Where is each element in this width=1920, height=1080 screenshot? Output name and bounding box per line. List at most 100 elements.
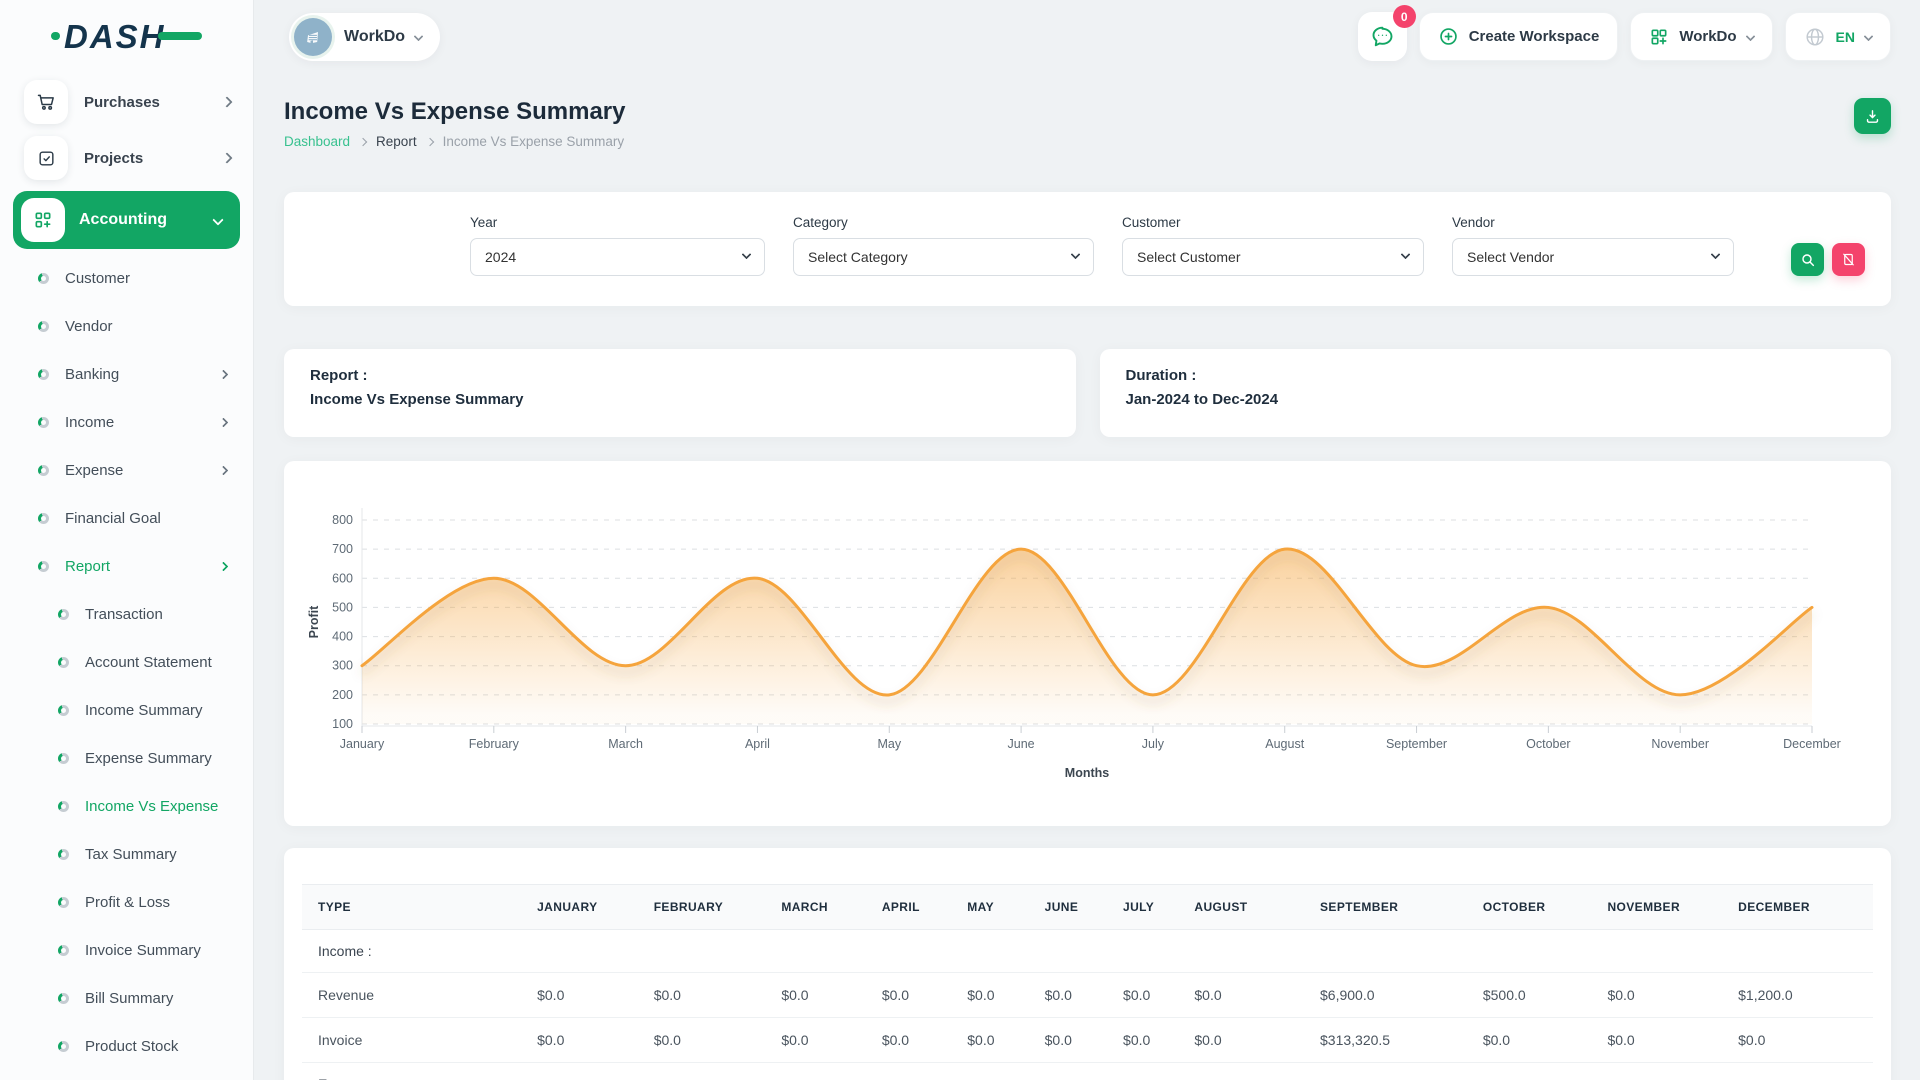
bullet-icon [58,993,69,1004]
chevron-right-icon [219,561,229,571]
profit-chart-card: 100200300400500600700800JanuaryFebruaryM… [284,461,1891,826]
sidebar-item-expense-summary[interactable]: Expense Summary [0,734,253,782]
bullet-icon [58,801,69,812]
workspace-selector[interactable]: WorkDo [289,13,440,61]
bullet-icon [38,417,49,428]
language-dropdown[interactable]: EN [1785,12,1891,61]
bullet-icon [38,321,49,332]
sidebar-item-report[interactable]: Report [0,542,253,590]
column-header: TYPE [302,885,521,930]
app-logo[interactable]: DASH [0,0,253,74]
bullet-icon [38,369,49,380]
sidebar-item-accounting[interactable]: Accounting [13,191,240,249]
sidebar-item-banking[interactable]: Banking [0,350,253,398]
category-select[interactable]: Select Category [793,238,1094,276]
svg-text:Months: Months [1065,766,1109,780]
sidebar-item-cash-flow[interactable]: Cash Flow [0,1070,253,1080]
table-header-row: TYPEJANUARYFEBRUARYMARCHAPRILMAYJUNEJULY… [302,885,1873,930]
bullet-icon [58,849,69,860]
sidebar-item-customer[interactable]: Customer [0,254,253,302]
sidebar-item-transaction[interactable]: Transaction [0,590,253,638]
chevron-down-icon [212,214,223,225]
svg-text:400: 400 [332,630,353,644]
svg-text:300: 300 [332,659,353,673]
svg-text:September: September [1386,737,1447,751]
profit-area-chart: 100200300400500600700800JanuaryFebruaryM… [284,461,1891,826]
bullet-icon [58,705,69,716]
sidebar: DASH Purchases Projects Accounting [0,0,253,1080]
bullet-icon [58,609,69,620]
messages-count-badge: 0 [1393,5,1416,28]
sidebar-item-financial-goal[interactable]: Financial Goal [0,494,253,542]
column-header: JUNE [1029,885,1107,930]
apply-filter-button[interactable] [1791,243,1824,276]
tasks-icon [24,136,68,180]
svg-text:800: 800 [332,513,353,527]
category-label: Category [793,215,1094,230]
svg-text:500: 500 [332,600,353,614]
breadcrumb: Dashboard Report Income Vs Expense Summa… [284,134,625,149]
download-icon [1864,108,1881,125]
plus-circle-icon [1438,26,1459,47]
sidebar-item-tax-summary[interactable]: Tax Summary [0,830,253,878]
table-section-row: Income : [302,930,1873,973]
sidebar-item-invoice-summary[interactable]: Invoice Summary [0,926,253,974]
year-select[interactable]: 2024 [470,238,765,276]
vendor-select[interactable]: Select Vendor [1452,238,1734,276]
duration-card-title: Duration : [1126,367,1866,384]
svg-text:700: 700 [332,542,353,556]
report-summary-card: Report : Income Vs Expense Summary [284,349,1076,437]
download-button[interactable] [1854,98,1891,134]
grid-plus-icon [1649,27,1669,47]
bullet-icon [38,465,49,476]
svg-text:August: August [1265,737,1304,751]
bullet-icon [38,561,49,572]
column-header: DECEMBER [1722,885,1873,930]
bullet-icon [58,897,69,908]
income-expense-table-card: TYPEJANUARYFEBRUARYMARCHAPRILMAYJUNEJULY… [284,848,1891,1080]
chevron-down-icon [1745,32,1755,42]
bullet-icon [58,753,69,764]
messages-button[interactable]: 0 [1358,12,1407,61]
duration-card-value: Jan-2024 to Dec-2024 [1126,391,1866,408]
report-card-title: Report : [310,367,1050,384]
sidebar-item-vendor[interactable]: Vendor [0,302,253,350]
svg-text:Profit: Profit [307,605,321,638]
sidebar-item-income[interactable]: Income [0,398,253,446]
svg-text:200: 200 [332,688,353,702]
workspace-avatar [294,18,332,56]
column-header: MAY [951,885,1028,930]
sidebar-item-account-statement[interactable]: Account Statement [0,638,253,686]
svg-text:100: 100 [332,717,353,731]
sidebar-item-profit-loss[interactable]: Profit & Loss [0,878,253,926]
sidebar-item-projects[interactable]: Projects [0,130,253,186]
chevron-down-icon [414,32,424,42]
svg-text:March: March [608,737,643,751]
breadcrumb-report[interactable]: Report [376,134,417,149]
chevron-right-icon [221,152,232,163]
bullet-icon [58,945,69,956]
workdo-dropdown[interactable]: WorkDo [1630,12,1772,61]
customer-select[interactable]: Select Customer [1122,238,1424,276]
chevron-right-icon [221,96,232,107]
sidebar-item-expense[interactable]: Expense [0,446,253,494]
column-header: SEPTEMBER [1304,885,1467,930]
sidebar-item-bill-summary[interactable]: Bill Summary [0,974,253,1022]
breadcrumb-separator-icon [425,137,433,145]
reset-filter-button[interactable] [1832,243,1865,276]
accounting-grid-icon [21,198,65,242]
vendor-label: Vendor [1452,215,1734,230]
chevron-right-icon [219,465,229,475]
column-header: JULY [1107,885,1178,930]
sidebar-item-income-vs-expense[interactable]: Income Vs Expense [0,782,253,830]
sidebar-item-purchases[interactable]: Purchases [0,74,253,130]
svg-text:600: 600 [332,571,353,585]
sidebar-item-income-summary[interactable]: Income Summary [0,686,253,734]
create-workspace-button[interactable]: Create Workspace [1419,12,1619,61]
logo-accent-dot [51,32,60,40]
svg-text:April: April [745,737,770,751]
sidebar-item-product-stock[interactable]: Product Stock [0,1022,253,1070]
breadcrumb-dashboard[interactable]: Dashboard [284,134,350,149]
page-title: Income Vs Expense Summary [284,98,625,126]
column-header: OCTOBER [1467,885,1592,930]
